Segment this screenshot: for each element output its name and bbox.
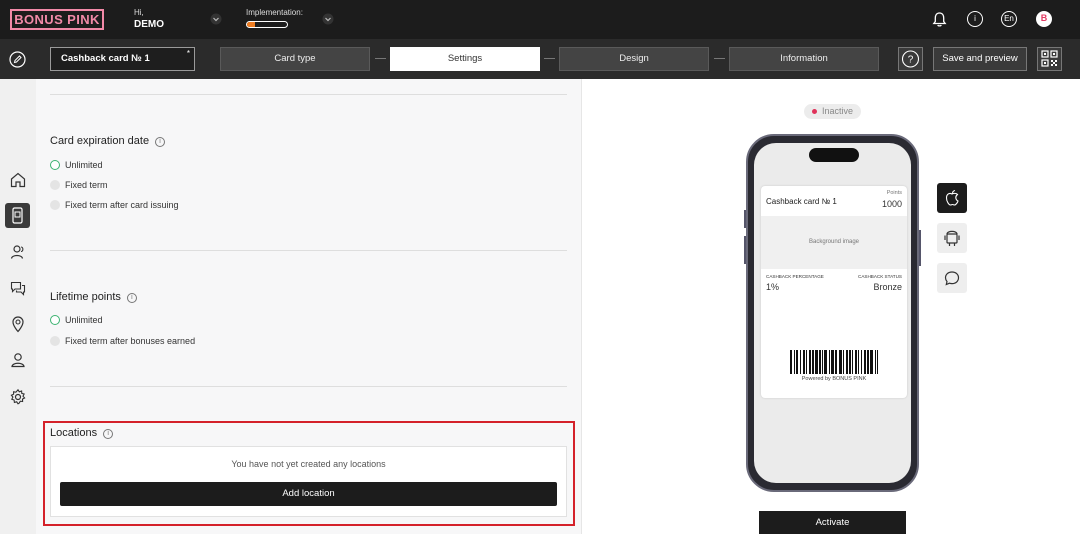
radio-icon <box>50 180 60 190</box>
activate-button[interactable]: Activate <box>759 511 906 534</box>
user-greeting: Hi, DEMO <box>134 8 164 30</box>
status-badge: Inactive <box>804 104 861 119</box>
chat-icon[interactable] <box>9 279 27 297</box>
user-name: DEMO <box>134 19 164 30</box>
users-icon[interactable] <box>9 243 27 261</box>
phone-notch <box>809 148 859 162</box>
info-icon[interactable]: i <box>155 137 166 147</box>
phone-side-button <box>919 230 921 266</box>
divider <box>50 250 567 251</box>
card-phone-icon <box>12 207 23 224</box>
top-bar: BONUS PINK Hi, DEMO Implementation: i En… <box>0 0 1080 39</box>
info-icon[interactable]: i <box>126 293 137 303</box>
step-separator <box>714 58 725 59</box>
avatar[interactable]: B <box>1036 11 1052 27</box>
option-label: Unlimited <box>65 160 103 170</box>
pass-points-label: Points <box>886 190 902 196</box>
sidebar <box>0 79 36 534</box>
radio-selected-icon <box>50 315 60 325</box>
expiration-title-text: Card expiration date <box>50 135 150 147</box>
platform-android-button[interactable] <box>937 223 967 253</box>
edit-icon[interactable] <box>9 51 26 68</box>
settings-panel: Card expiration date i Unlimited Fixed te… <box>36 79 582 534</box>
greeting-text: Hi, <box>134 8 144 17</box>
help-glyph: ? <box>908 55 914 66</box>
apple-icon <box>945 189 959 206</box>
lifetime-option-fixed-term-after-bonuses[interactable]: Fixed term after bonuses earned <box>50 335 195 347</box>
expiration-title: Card expiration date i <box>50 135 166 147</box>
chevron-down-icon[interactable] <box>210 13 222 25</box>
info-icon[interactable]: i <box>967 11 983 27</box>
step-separator <box>375 58 386 59</box>
android-icon <box>944 230 960 246</box>
qr-code-button[interactable] <box>1037 47 1062 71</box>
pass-field-value: Bronze <box>873 282 902 292</box>
tab-design[interactable]: Design <box>559 47 709 71</box>
add-location-button[interactable]: Add location <box>60 482 557 506</box>
divider <box>50 94 567 95</box>
required-mark: * <box>186 49 190 58</box>
lifetime-option-unlimited[interactable]: Unlimited <box>50 314 103 326</box>
divider <box>50 386 567 387</box>
message-icon <box>944 271 960 286</box>
implementation-label: Implementation: <box>246 8 303 17</box>
radio-icon <box>50 200 60 210</box>
step-bar: Cashback card № 1 * Card type Settings D… <box>0 39 1080 79</box>
expiration-option-unlimited[interactable]: Unlimited <box>50 159 103 171</box>
option-label: Fixed term <box>65 180 108 190</box>
pass-background-image: Background image <box>761 216 907 269</box>
pass-points-value: 1000 <box>881 199 902 209</box>
brand-logo[interactable]: BONUS PINK <box>10 9 104 30</box>
person-icon[interactable] <box>9 351 27 369</box>
platform-message-button[interactable] <box>937 263 967 293</box>
lifetime-title: Lifetime points i <box>50 291 137 303</box>
location-pin-icon[interactable] <box>9 315 27 333</box>
option-label: Unlimited <box>65 315 103 325</box>
radio-icon <box>50 336 60 346</box>
step-separator <box>544 58 555 59</box>
qr-code-icon <box>1041 50 1058 67</box>
wallet-pass: Cashback card № 1 Points 1000 Background… <box>761 186 907 398</box>
home-icon[interactable] <box>9 171 27 189</box>
status-dot-icon <box>812 109 817 114</box>
help-button[interactable]: ? <box>898 47 923 71</box>
implementation-progress: Implementation: <box>246 8 303 28</box>
pass-field-label: CASHBACK PERCENTAGE <box>766 274 824 279</box>
locations-empty-message: You have not yet created any locations <box>231 459 386 469</box>
lifetime-title-text: Lifetime points <box>50 291 121 303</box>
pass-field-value: 1% <box>766 282 780 292</box>
sidebar-item-cards[interactable] <box>5 203 30 228</box>
question-icon: ? <box>901 50 920 68</box>
implementation-bar-fill <box>247 22 255 27</box>
expiration-option-fixed-term[interactable]: Fixed term <box>50 179 108 191</box>
tab-card-type[interactable]: Card type <box>220 47 370 71</box>
expiration-option-fixed-term-after-issuing[interactable]: Fixed term after card issuing <box>50 199 179 211</box>
tab-settings[interactable]: Settings <box>390 47 540 71</box>
info-icon[interactable]: i <box>103 429 114 439</box>
option-label: Fixed term after card issuing <box>65 200 179 210</box>
pass-field-label: CASHBACK STATUS <box>858 274 902 279</box>
barcode-icon <box>790 350 878 374</box>
option-label: Fixed term after bonuses earned <box>65 336 196 346</box>
status-text: Inactive <box>822 106 854 116</box>
bell-icon[interactable] <box>931 11 948 28</box>
implementation-bar <box>246 21 288 28</box>
tab-information[interactable]: Information <box>729 47 879 71</box>
save-and-preview-button[interactable]: Save and preview <box>933 47 1027 71</box>
card-name-value: Cashback card № 1 <box>61 53 150 64</box>
pass-name: Cashback card № 1 <box>766 197 837 206</box>
phone-preview: Cashback card № 1 Points 1000 Background… <box>746 134 919 492</box>
locations-title: Locations i <box>50 427 114 439</box>
platform-apple-button[interactable] <box>937 183 967 213</box>
card-name-input[interactable]: Cashback card № 1 * <box>50 47 195 71</box>
gear-icon[interactable] <box>9 388 27 406</box>
phone-screen: Cashback card № 1 Points 1000 Background… <box>754 143 911 483</box>
locations-title-text: Locations <box>50 427 98 439</box>
pass-powered-by: Powered by BONUS PINK <box>801 376 867 382</box>
radio-selected-icon <box>50 160 60 170</box>
language-switch[interactable]: En <box>1001 11 1017 27</box>
chevron-down-icon[interactable] <box>322 13 334 25</box>
locations-box: You have not yet created any locations A… <box>50 446 567 517</box>
